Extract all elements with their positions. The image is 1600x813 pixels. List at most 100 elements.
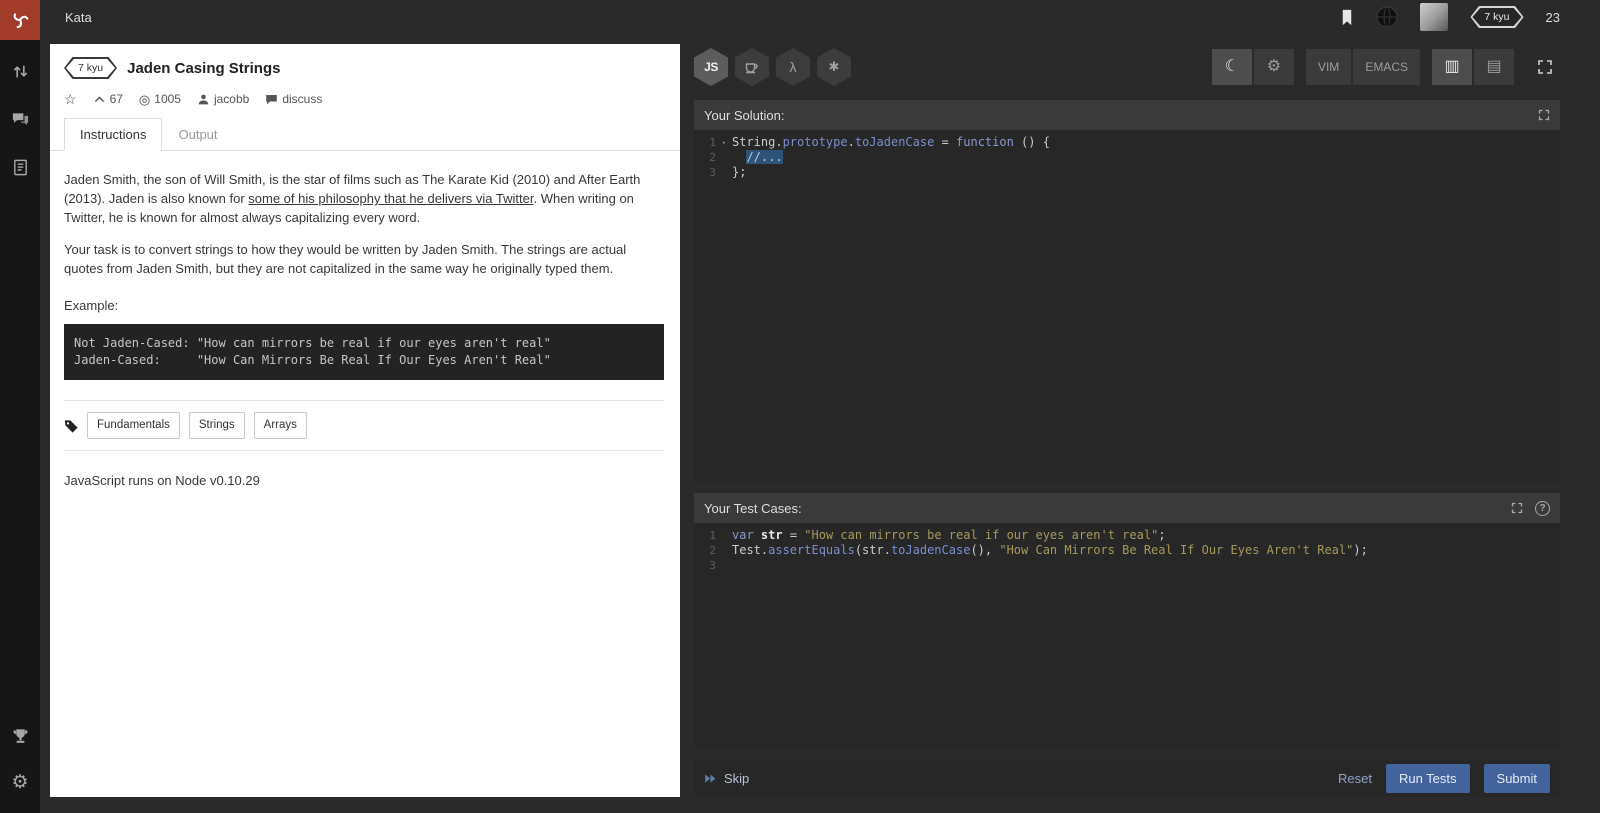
codewars-swirl-icon [8,8,32,32]
help-icon: ? [1535,501,1550,516]
submit-button[interactable]: Submit [1484,764,1550,793]
example-label: Example: [64,296,664,315]
toolbar-right: ☾ ⚙ VIM EMACS ▥ ▤ [1200,49,1560,85]
tab-output[interactable]: Output [162,118,233,151]
tag-chip[interactable]: Fundamentals [87,412,180,439]
user-rank-badge[interactable]: 7 kyu [1470,6,1523,28]
kumite-chat-icon[interactable] [0,102,40,136]
test-cases-header: Your Test Cases: ? [694,493,1560,523]
line-number: 2 [694,543,720,558]
code-line: 3}; [694,165,1560,180]
action-right: Reset Run Tests Submit [1338,764,1550,793]
flower-glyph: ✱ [829,59,840,75]
line-number: 1 [694,528,720,543]
lang-icon-coffeescript[interactable] [735,48,769,86]
completions-stat: ◎ 1005 [139,92,181,106]
line-number: 1▾ [694,135,720,150]
theme-group: ☾ ⚙ [1212,49,1294,85]
expand-icon [1511,502,1523,514]
code-text: var str = "How can mirrors be real if ou… [720,528,1166,543]
test-cases-editor: Your Test Cases: ? 1var str = "How can m… [694,493,1560,749]
coffee-cup-icon [744,59,760,75]
emacs-mode-button[interactable]: EMACS [1353,49,1420,85]
action-bar: Skip Reset Run Tests Submit [694,759,1560,797]
columns-icon: ▥ [1444,59,1459,75]
bookmark-icon[interactable] [1340,9,1354,26]
gear-glyph: ⚙ [11,771,28,794]
globe-icon[interactable] [1376,6,1398,28]
rows-icon: ▤ [1486,59,1501,75]
code-line: 1var str = "How can mirrors be real if o… [694,528,1560,543]
skip-label: Skip [724,771,749,786]
code-text: }; [720,165,746,180]
code-line: 1▾String.prototype.toJadenCase = functio… [694,135,1560,150]
vote-stat[interactable]: 67 [93,92,123,106]
solution-editor: Your Solution: 1▾String.prototype.toJade… [694,100,1560,483]
gear-icon: ⚙ [1267,59,1281,75]
keymap-group: VIM EMACS [1306,49,1420,85]
user-avatar[interactable] [1420,3,1448,31]
run-tests-button[interactable]: Run Tests [1386,764,1470,793]
editor-settings-button[interactable]: ⚙ [1254,49,1294,85]
fast-forward-icon [704,772,717,785]
lang-icon-haskell[interactable]: λ [776,48,810,86]
lang-icon-javascript[interactable]: JS [694,48,728,86]
solution-expand-button[interactable] [1538,109,1550,121]
test-cases-title: Your Test Cases: [704,501,802,516]
favorite-star[interactable]: ☆ [64,92,77,106]
topbar-right: 7 kyu 23 [1340,3,1560,31]
train-arrows-icon[interactable] [0,54,40,88]
kata-rank-label: 7 kyu [66,59,115,77]
runtime-note: JavaScript runs on Node v0.10.29 [64,471,664,490]
rows-layout-button[interactable]: ▤ [1474,49,1514,85]
language-selector: JS λ ✱ [694,48,851,86]
solution-title: Your Solution: [704,108,784,123]
columns-layout-button[interactable]: ▥ [1432,49,1472,85]
kata-description-panel: 7 kyu Jaden Casing Strings ☆ 67 ◎ 1005 [50,44,680,797]
code-text: //... [720,150,783,165]
code-text: Test.assertEquals(str.toJadenCase(), "Ho… [720,543,1368,558]
editor-toolbar: JS λ ✱ ☾ [694,44,1560,90]
discuss-link[interactable]: discuss [265,92,322,106]
kata-stats: ☆ 67 ◎ 1005 jacobb discuss [64,92,664,106]
expand-icon [1538,109,1550,121]
author-stat[interactable]: jacobb [197,92,249,106]
twitter-philosophy-link[interactable]: some of his philosophy that he delivers … [248,191,533,206]
code-text: String.prototype.toJadenCase = function … [720,135,1050,150]
side-rail: ⚙ [0,0,40,813]
tag-chip[interactable]: Arrays [254,412,307,439]
example-code-block: Not Jaden-Cased: "How can mirrors be rea… [64,324,664,380]
code-line: 3 [694,558,1560,573]
divider-bottom [64,450,664,451]
star-icon: ☆ [64,92,77,106]
person-icon [197,93,210,106]
fullscreen-button[interactable] [1530,49,1560,85]
settings-gear-icon[interactable]: ⚙ [0,765,40,799]
tests-help-button[interactable]: ? [1535,501,1550,516]
topbar-kata-link[interactable]: Kata [65,10,92,25]
tests-expand-button[interactable] [1511,502,1523,514]
dark-theme-button[interactable]: ☾ [1212,49,1252,85]
instructions-body: Jaden Smith, the son of Will Smith, is t… [50,151,680,490]
leaderboard-trophy-icon[interactable] [0,719,40,753]
kata-title: Jaden Casing Strings [127,60,280,77]
skip-button[interactable]: Skip [704,771,749,786]
tag-chip[interactable]: Strings [189,412,245,439]
editor-panel: JS λ ✱ ☾ [694,44,1560,797]
caret-up-icon [93,93,106,106]
content: 7 kyu Jaden Casing Strings ☆ 67 ◎ 1005 [40,34,1600,813]
code-text [720,558,732,573]
solution-code-area[interactable]: 1▾String.prototype.toJadenCase = functio… [694,130,1560,483]
docs-icon[interactable] [0,150,40,184]
fullscreen-icon [1537,59,1553,75]
tests-code-area[interactable]: 1var str = "How can mirrors be real if o… [694,523,1560,749]
lang-icon-clojure[interactable]: ✱ [817,48,851,86]
tab-instructions[interactable]: Instructions [64,118,162,151]
author-name: jacobb [214,92,249,106]
vim-mode-button[interactable]: VIM [1306,49,1351,85]
kata-header: 7 kyu Jaden Casing Strings ☆ 67 ◎ 1005 [50,44,680,106]
codewars-logo[interactable] [0,0,40,40]
reset-button[interactable]: Reset [1338,771,1372,786]
discuss-label: discuss [282,92,322,106]
fold-marker-icon[interactable]: ▾ [722,136,726,151]
